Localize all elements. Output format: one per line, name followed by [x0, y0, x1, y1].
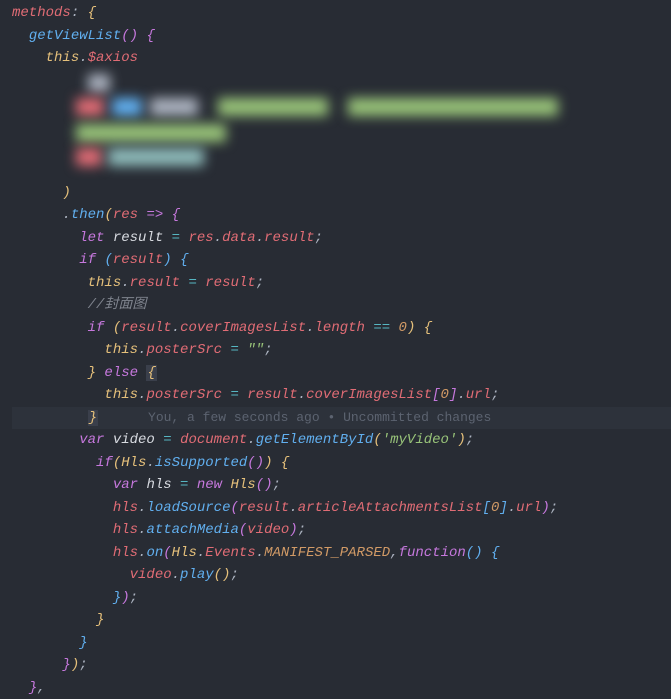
code-line: } [12, 609, 671, 632]
code-line: hls.loadSource(result.articleAttachments… [12, 497, 671, 520]
code-line: this.posterSrc = ""; [12, 339, 671, 362]
code-line: var hls = new Hls(); [12, 474, 671, 497]
code-line: }); [12, 587, 671, 610]
code-line: this.$axios [12, 47, 671, 70]
code-line: }); [12, 654, 671, 677]
code-line: //封面图 [12, 294, 671, 317]
code-line: hls.attachMedia(video); [12, 519, 671, 542]
code-line: ) [12, 182, 671, 205]
code-line: video.play(); [12, 564, 671, 587]
code-line: let result = res.data.result; [12, 227, 671, 250]
code-line: }, [12, 677, 671, 699]
code-line: } [12, 632, 671, 655]
code-line: this.result = result; [12, 272, 671, 295]
redacted-code-block [68, 70, 671, 182]
code-line: if(Hls.isSupported()) { [12, 452, 671, 475]
code-editor[interactable]: methods: { getViewList() { this.$axios )… [0, 0, 671, 699]
code-line-current: }You, a few seconds ago • Uncommitted ch… [12, 407, 671, 430]
code-line: hls.on(Hls.Events.MANIFEST_PARSED,functi… [12, 542, 671, 565]
code-line: this.posterSrc = result.coverImagesList[… [12, 384, 671, 407]
code-line: if (result.coverImagesList.length == 0) … [12, 317, 671, 340]
code-line: } else { [12, 362, 671, 385]
code-line: methods: { [12, 2, 671, 25]
git-blame-annotation: You, a few seconds ago • Uncommitted cha… [148, 410, 491, 425]
code-line: if (result) { [12, 249, 671, 272]
code-line: .then(res => { [12, 204, 671, 227]
code-line: getViewList() { [12, 25, 671, 48]
code-line: var video = document.getElementById('myV… [12, 429, 671, 452]
